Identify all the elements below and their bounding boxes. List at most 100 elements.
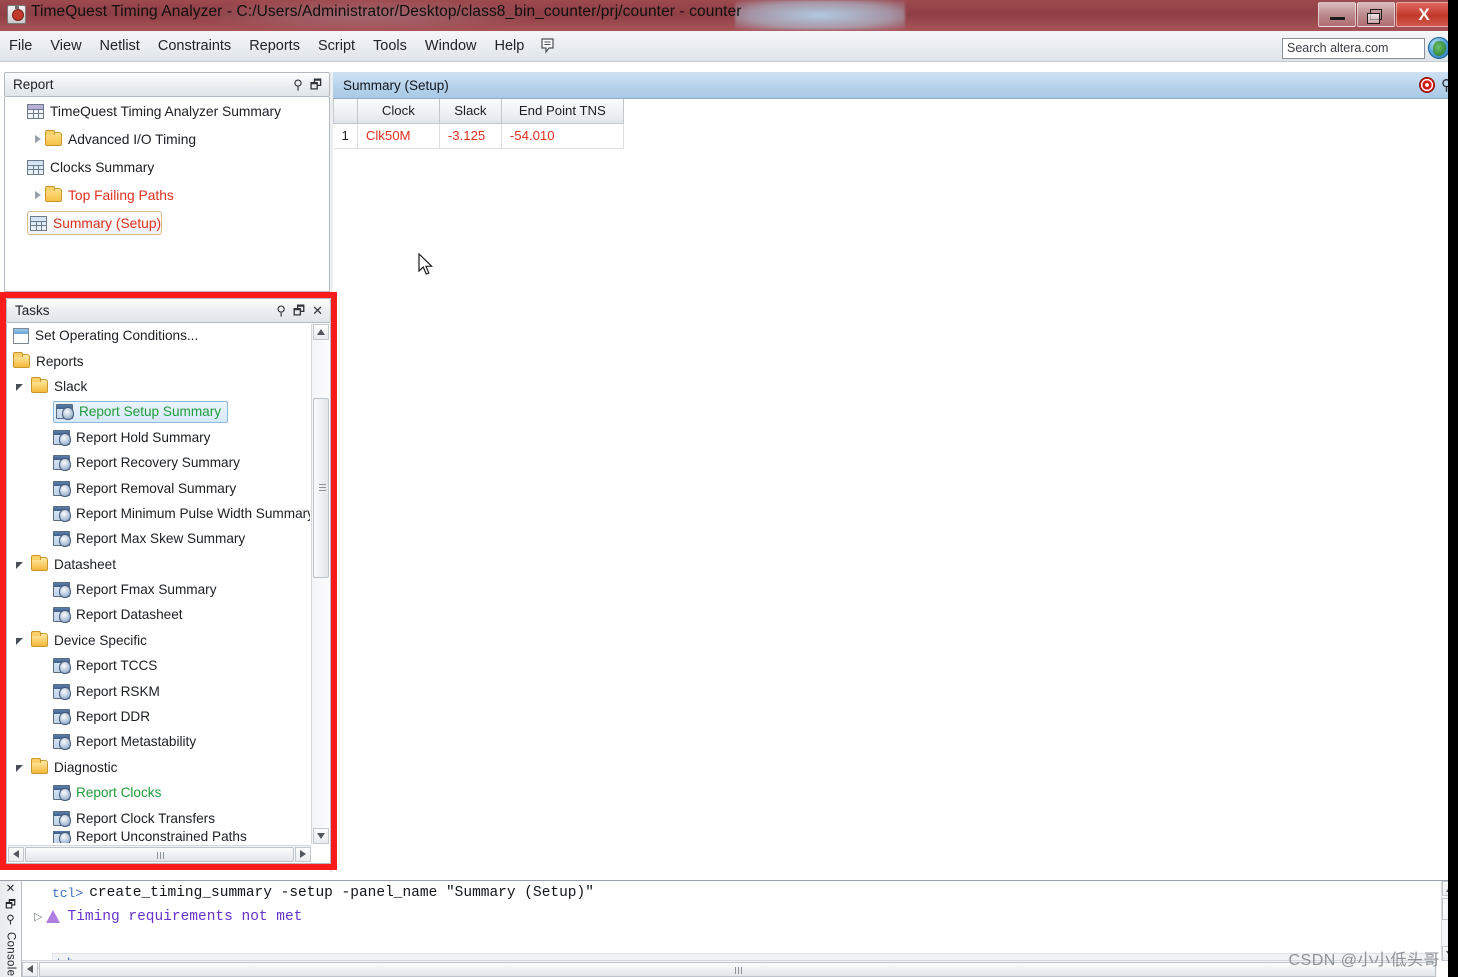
task-icon [53,480,71,497]
folder-open-icon [31,758,48,775]
pin-icon[interactable]: ⚲ [6,914,14,927]
scrollbar-thumb[interactable] [25,846,294,862]
task-label: Report Clock Transfers [76,810,216,826]
chevron-down-icon[interactable] [14,380,27,393]
task-group-reports[interactable]: Reports [7,348,310,373]
menu-file[interactable]: File [0,35,41,57]
task-icon [53,830,71,843]
note-icon[interactable] [539,37,557,55]
table-header-slack[interactable]: Slack [438,99,502,124]
search-input[interactable] [1282,37,1425,59]
task-report-minimum-pulse-width-summary[interactable]: Report Minimum Pulse Width Summary [7,501,310,526]
folder-open-icon [31,377,48,394]
task-report-clock-transfers[interactable]: Report Clock Transfers [7,805,310,830]
report-item-advanced-io-timing[interactable]: Advanced I/O Timing [5,125,329,153]
chevron-right-icon[interactable]: ▷ [34,910,42,924]
scroll-down-button[interactable] [313,828,329,844]
task-report-max-skew-summary[interactable]: Report Max Skew Summary [7,526,310,551]
task-icon [53,785,71,802]
task-icon [53,429,71,446]
record-icon[interactable] [1419,77,1435,93]
console-prompt: tcl> [52,885,84,901]
minimize-icon [1329,16,1345,20]
chevron-down-icon[interactable] [14,761,27,774]
scroll-right-button[interactable] [295,846,311,862]
task-group-slack[interactable]: Slack [7,374,310,399]
console-dock-label[interactable]: Console [5,932,17,976]
report-item-top-failing-paths[interactable]: Top Failing Paths [5,181,329,209]
task-report-datasheet[interactable]: Report Datasheet [7,602,310,627]
close-button[interactable]: X [1396,2,1452,27]
table-header-row: Clock Slack End Point TNS [333,99,624,124]
menu-view[interactable]: View [41,35,90,57]
task-report-clocks[interactable]: Report Clocks [7,780,310,805]
minimize-button[interactable] [1318,2,1356,27]
menu-reports[interactable]: Reports [240,35,309,57]
task-set-operating-conditions[interactable]: Set Operating Conditions... [7,323,310,348]
menu-help[interactable]: Help [485,35,533,57]
tasks-vertical-scrollbar[interactable] [311,324,329,844]
globe-icon[interactable] [1428,37,1450,59]
task-report-fmax-summary[interactable]: Report Fmax Summary [7,577,310,602]
task-report-removal-summary[interactable]: Report Removal Summary [7,475,310,500]
table-row[interactable]: 1 Clk50M -3.125 -54.010 [333,122,624,149]
scroll-left-button[interactable] [22,961,38,977]
restore-icon[interactable]: 🗗 [5,899,16,912]
grid-icon [27,159,44,175]
report-item-clocks-summary[interactable]: Clocks Summary [5,153,329,181]
table-header-clock[interactable]: Clock [356,99,440,124]
tasks-scroll-view: Set Operating Conditions... Reports Slac… [7,323,310,843]
chevron-down-icon[interactable] [14,558,27,571]
task-group-datasheet[interactable]: Datasheet [7,552,310,577]
task-report-unconstrained-paths[interactable]: Report Unconstrained Paths [7,830,310,843]
scroll-left-button[interactable] [8,846,24,862]
console-dock: ✕ 🗗 ⚲ Console tcl> create_timing_summary… [0,880,1458,977]
maximize-button[interactable] [1357,2,1395,27]
task-report-tccs[interactable]: Report TCCS [7,653,310,678]
chevron-right-icon[interactable] [31,188,45,202]
close-icon[interactable]: ✕ [6,883,16,896]
task-report-metastability[interactable]: Report Metastability [7,729,310,754]
task-group-device-specific[interactable]: Device Specific [7,628,310,653]
console-dock-strip: ✕ 🗗 ⚲ Console [0,881,22,977]
warning-triangle-icon: ! [46,910,61,924]
menu-window[interactable]: Window [416,35,486,57]
task-icon [53,531,71,548]
menu-tools[interactable]: Tools [364,35,416,57]
tab-summary-setup[interactable]: Summary (Setup) [333,78,459,93]
console-horizontal-scrollbar[interactable] [22,960,1437,977]
console-line-command: tcl> create_timing_summary -setup -panel… [22,881,1458,905]
task-report-hold-summary[interactable]: Report Hold Summary [7,425,310,450]
search-area [1282,37,1450,59]
scrollbar-thumb[interactable] [39,961,1436,977]
scrollbar-thumb[interactable] [313,398,329,578]
task-report-ddr[interactable]: Report DDR [7,704,310,729]
chevron-down-icon[interactable] [14,634,27,647]
report-item-timequest-summary[interactable]: TimeQuest Timing Analyzer Summary [5,97,329,125]
pin-icon[interactable]: ⚲ [276,304,286,317]
tasks-panel: Tasks ⚲ 🗗 ✕ Set Operating Conditions... … [6,298,331,864]
scroll-up-button[interactable] [313,324,329,340]
task-label: Report Recovery Summary [76,455,240,471]
pin-icon[interactable]: ⚲ [293,78,303,91]
menu-constraints[interactable]: Constraints [149,35,240,57]
title-bar-glow [735,0,905,30]
task-label: Diagnostic [54,759,118,775]
console-warning-text: Timing requirements not met [67,909,303,925]
chevron-right-icon[interactable] [31,132,45,146]
task-group-diagnostic[interactable]: Diagnostic [7,755,310,780]
menu-script[interactable]: Script [309,35,364,57]
console-line-warning[interactable]: ▷ ! Timing requirements not met [22,905,1458,929]
task-report-setup-summary[interactable]: Report Setup Summary [7,399,310,424]
task-report-rskm[interactable]: Report RSKM [7,678,310,703]
table-header-end-point-tns[interactable]: End Point TNS [500,99,624,124]
task-label: Datasheet [54,556,116,572]
restore-icon[interactable]: 🗗 [293,304,305,317]
task-report-recovery-summary[interactable]: Report Recovery Summary [7,450,310,475]
tasks-horizontal-scrollbar[interactable] [8,845,311,862]
menu-netlist[interactable]: Netlist [91,35,149,57]
report-item-summary-setup[interactable]: Summary (Setup) [5,209,329,237]
task-label: Report RSKM [76,683,160,699]
restore-icon[interactable]: 🗗 [310,78,322,91]
close-icon[interactable]: ✕ [312,304,323,317]
